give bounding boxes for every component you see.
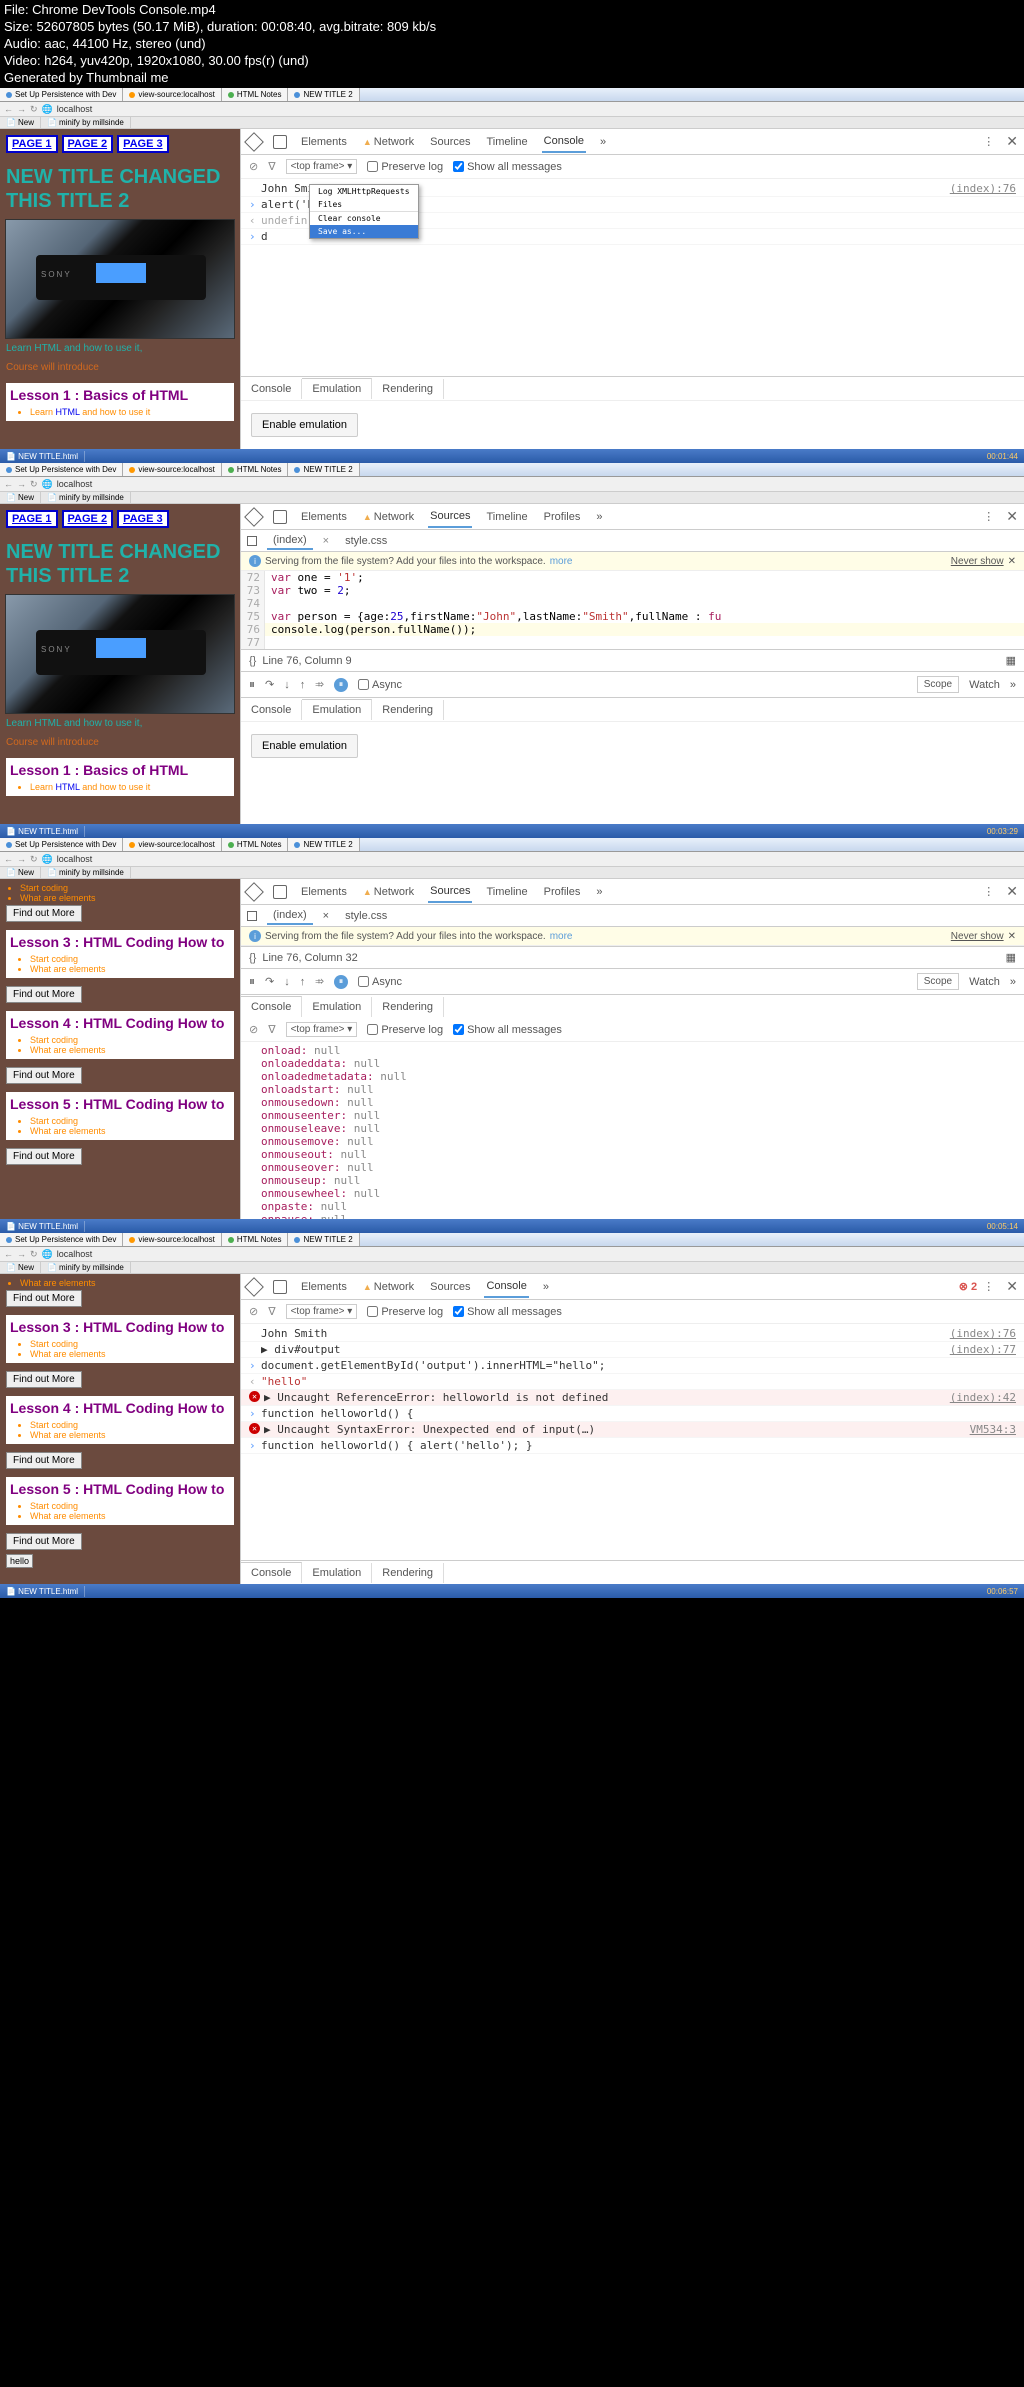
- tab-elements[interactable]: Elements: [299, 132, 349, 152]
- info-icon: i: [249, 555, 261, 567]
- menu-dots-icon[interactable]: ⋮: [983, 135, 994, 148]
- device-icon[interactable]: [273, 510, 287, 524]
- filter-icon[interactable]: ∇: [268, 160, 275, 173]
- address-bar[interactable]: localhost: [57, 104, 93, 114]
- browser-toolbar: ← → ↻ 🌐 localhost: [0, 102, 1024, 117]
- more-link[interactable]: more: [550, 556, 573, 567]
- inspect-icon[interactable]: [244, 132, 264, 152]
- step-over-icon[interactable]: ↷: [265, 678, 274, 691]
- show-all-checkbox[interactable]: Show all messages: [453, 161, 562, 173]
- output-box: hello: [6, 1554, 33, 1568]
- tab-more[interactable]: »: [598, 132, 608, 152]
- menu-item[interactable]: Clear console: [310, 211, 418, 225]
- cursor-position: Line 76, Column 9: [262, 655, 351, 667]
- object-properties: onload: nullonloadeddata: nullonloadedme…: [241, 1042, 1024, 1219]
- clear-icon[interactable]: ⊘: [249, 160, 258, 173]
- pause-icon[interactable]: ⏸: [249, 677, 255, 692]
- page-title: NEW TITLE CHANGED THIS TITLE 2: [0, 159, 240, 219]
- devtools-panel: Elements Network Sources Timeline Consol…: [240, 129, 1024, 449]
- sidebar-toggle-icon[interactable]: ▦: [1006, 654, 1016, 667]
- source-file-tab[interactable]: style.css: [339, 533, 393, 549]
- tab-sources[interactable]: Sources: [428, 132, 472, 152]
- mini-tab[interactable]: 📄New: [0, 117, 41, 128]
- deactivate-icon[interactable]: ⤃: [315, 678, 324, 691]
- code-editor[interactable]: 72var one = '1'; 73var two = 2; 74 75var…: [241, 571, 1024, 649]
- page-link[interactable]: PAGE 1: [6, 135, 58, 153]
- never-show-link[interactable]: Never show: [951, 556, 1004, 567]
- error-badge[interactable]: ⊗ 2: [959, 1281, 977, 1293]
- frame-select[interactable]: <top frame> ▾: [286, 159, 358, 174]
- tab-console[interactable]: Console: [542, 131, 586, 153]
- browser-tab-bar: Set Up Persistence with Dev view-source:…: [0, 88, 1024, 102]
- devtools-tabs: Elements Network Sources Timeline Consol…: [241, 129, 1024, 155]
- async-checkbox[interactable]: Async: [358, 679, 402, 691]
- tab[interactable]: NEW TITLE 2: [288, 88, 359, 101]
- forward-arrow-icon[interactable]: →: [17, 104, 26, 114]
- subtab-emulation[interactable]: Emulation: [302, 378, 372, 399]
- preserve-log-checkbox[interactable]: Preserve log: [367, 161, 443, 173]
- tab[interactable]: Set Up Persistence with Dev: [0, 88, 123, 101]
- learn-text: Learn HTML and how to use it,: [0, 339, 240, 358]
- lesson-box: Lesson 1 : Basics of HTML Learn HTML and…: [6, 383, 234, 421]
- pause-exceptions-icon[interactable]: ⏸: [334, 678, 348, 692]
- close-icon[interactable]: ✕: [1008, 556, 1016, 567]
- mini-tab[interactable]: 📄minify by millsinde: [41, 117, 131, 128]
- taskbar-item[interactable]: 📄 NEW TITLE.html: [0, 451, 85, 462]
- video-metadata: File: Chrome DevTools Console.mp4 Size: …: [0, 0, 1024, 88]
- camera-image: SONY: [5, 219, 235, 339]
- tab[interactable]: HTML Notes: [222, 88, 289, 101]
- page-link[interactable]: PAGE 2: [62, 135, 114, 153]
- subtab-console[interactable]: Console: [241, 379, 302, 399]
- menu-item[interactable]: Files: [310, 198, 418, 211]
- intro-text: Course will introduce: [0, 358, 240, 377]
- tab-timeline[interactable]: Timeline: [484, 132, 529, 152]
- taskbar: 📄 NEW TITLE.html00:01:44: [0, 449, 1024, 463]
- tab-sources[interactable]: Sources: [428, 506, 472, 528]
- scope-tab[interactable]: Scope: [917, 676, 959, 693]
- tab-network[interactable]: Network: [361, 132, 416, 152]
- info-banner: i Serving from the file system? Add your…: [241, 552, 1024, 571]
- mini-tabs: 📄New 📄minify by millsinde: [0, 117, 1024, 129]
- lesson-item: Learn HTML and how to use it: [30, 407, 230, 417]
- find-out-more-button[interactable]: Find out More: [6, 905, 82, 922]
- close-icon[interactable]: ✕: [1006, 133, 1018, 150]
- inspect-icon[interactable]: [244, 507, 264, 527]
- menu-item[interactable]: Log XMLHttpRequests: [310, 185, 418, 198]
- globe-icon: 🌐: [42, 104, 53, 115]
- step-out-icon[interactable]: ↑: [300, 679, 306, 691]
- navigator-icon[interactable]: [247, 536, 257, 546]
- console-prompt[interactable]: function helloworld() { alert('hello'); …: [261, 1439, 1016, 1452]
- menu-item[interactable]: Save as...: [310, 225, 418, 238]
- subtab-rendering[interactable]: Rendering: [372, 379, 444, 399]
- webpage-preview: PAGE 1 PAGE 2 PAGE 3 NEW TITLE CHANGED T…: [0, 129, 240, 449]
- context-menu: Log XMLHttpRequests Files Clear console …: [309, 184, 419, 239]
- reload-icon[interactable]: ↻: [30, 104, 38, 115]
- device-icon[interactable]: [273, 135, 287, 149]
- lesson-title: Lesson 1 : Basics of HTML: [10, 387, 230, 403]
- watch-tab[interactable]: Watch: [969, 679, 1000, 691]
- page-link[interactable]: PAGE 3: [117, 135, 169, 153]
- enable-emulation-button[interactable]: Enable emulation: [251, 413, 358, 437]
- source-file-tab[interactable]: (index): [267, 532, 313, 550]
- back-arrow-icon[interactable]: ←: [4, 104, 13, 114]
- step-into-icon[interactable]: ↓: [284, 679, 290, 691]
- error-icon: ✕: [249, 1391, 260, 1402]
- tab[interactable]: view-source:localhost: [123, 88, 221, 101]
